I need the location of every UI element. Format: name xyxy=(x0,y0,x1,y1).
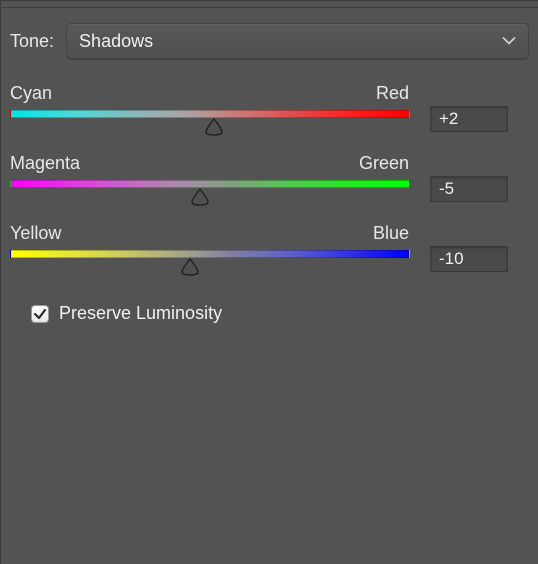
slider-left-label: Yellow xyxy=(10,223,61,244)
tone-select[interactable]: Shadows xyxy=(66,23,529,59)
slider-right-label: Red xyxy=(376,83,409,104)
tone-label: Tone: xyxy=(10,31,54,52)
cyan-red-value-input[interactable]: +2 xyxy=(430,106,508,132)
slider-right-label: Blue xyxy=(373,223,409,244)
slider-left-label: Magenta xyxy=(10,153,80,174)
preserve-luminosity-label: Preserve Luminosity xyxy=(59,303,222,324)
slider-right-label: Green xyxy=(359,153,409,174)
tone-select-value: Shadows xyxy=(79,31,153,52)
preserve-luminosity-checkbox[interactable] xyxy=(31,305,49,323)
yellow-blue-value-input[interactable]: -10 xyxy=(430,246,508,272)
cyan-red-slider-thumb[interactable] xyxy=(203,118,225,136)
yellow-blue-slider-thumb[interactable] xyxy=(179,258,201,276)
yellow-blue-slider-track[interactable] xyxy=(10,250,410,258)
magenta-green-slider-thumb[interactable] xyxy=(189,188,211,206)
slider-left-label: Cyan xyxy=(10,83,52,104)
chevron-down-icon xyxy=(502,37,516,46)
magenta-green-slider-track[interactable] xyxy=(10,180,410,188)
cyan-red-slider-track[interactable] xyxy=(10,110,410,118)
magenta-green-value-input[interactable]: -5 xyxy=(430,176,508,202)
